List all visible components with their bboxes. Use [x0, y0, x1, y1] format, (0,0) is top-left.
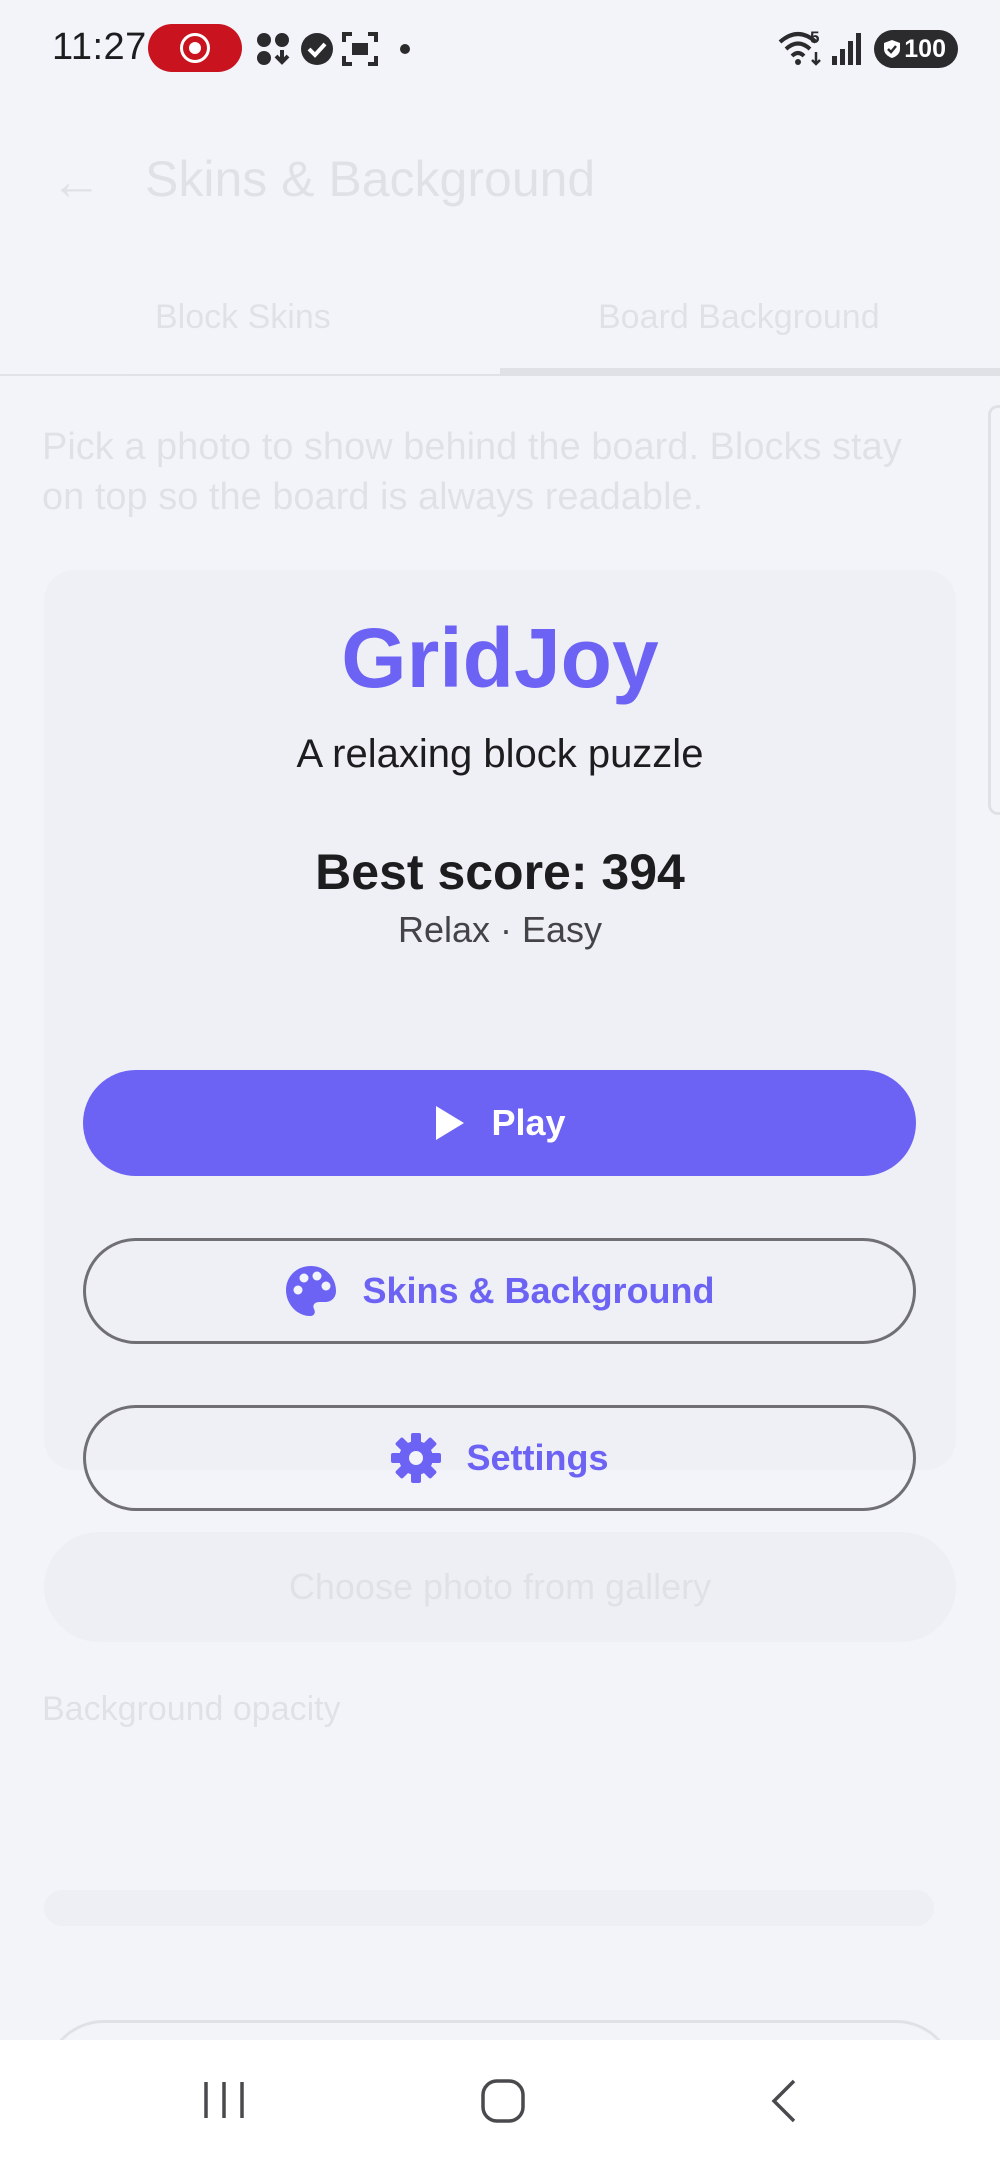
best-score: Best score: 394 — [315, 844, 685, 900]
screen: 11:27 5 100 ← Skins & Background Block S… — [0, 0, 1000, 2167]
home-icon[interactable] — [480, 2078, 526, 2124]
play-button-label: Play — [491, 1102, 566, 1143]
battery-level: 100 — [904, 35, 946, 63]
wifi-badge: 5 — [810, 28, 820, 47]
palette-icon — [284, 1264, 338, 1318]
skins-background-button[interactable]: Skins & Background — [83, 1238, 916, 1344]
app-subtitle: A relaxing block puzzle — [296, 732, 704, 776]
status-time: 11:27 — [52, 26, 147, 68]
status-bar: 11:27 5 100 — [0, 0, 1000, 100]
dot-icon — [400, 44, 410, 54]
settings-button-label: Settings — [466, 1437, 609, 1478]
settings-button[interactable]: Settings — [83, 1405, 916, 1511]
screenshot-icon — [342, 32, 378, 66]
play-button[interactable]: Play — [83, 1070, 916, 1176]
main-menu: GridJoy A relaxing block puzzle Best sco… — [0, 0, 1000, 2040]
signal-icon — [832, 33, 861, 65]
app-title: GridJoy — [341, 611, 659, 705]
play-icon — [433, 1104, 467, 1142]
gear-icon — [390, 1432, 442, 1484]
battery-icon: 100 — [874, 30, 958, 68]
back-icon[interactable] — [766, 2078, 802, 2124]
shield-icon — [884, 40, 900, 58]
skins-background-button-label: Skins & Background — [362, 1270, 715, 1311]
recent-apps-icon[interactable] — [202, 2078, 246, 2122]
navigation-bar — [0, 2040, 1000, 2167]
app-grid-icon — [257, 33, 290, 65]
screen-record-icon[interactable] — [148, 24, 242, 72]
game-mode: Relax · Easy — [397, 909, 603, 950]
check-circle-icon — [301, 33, 333, 65]
